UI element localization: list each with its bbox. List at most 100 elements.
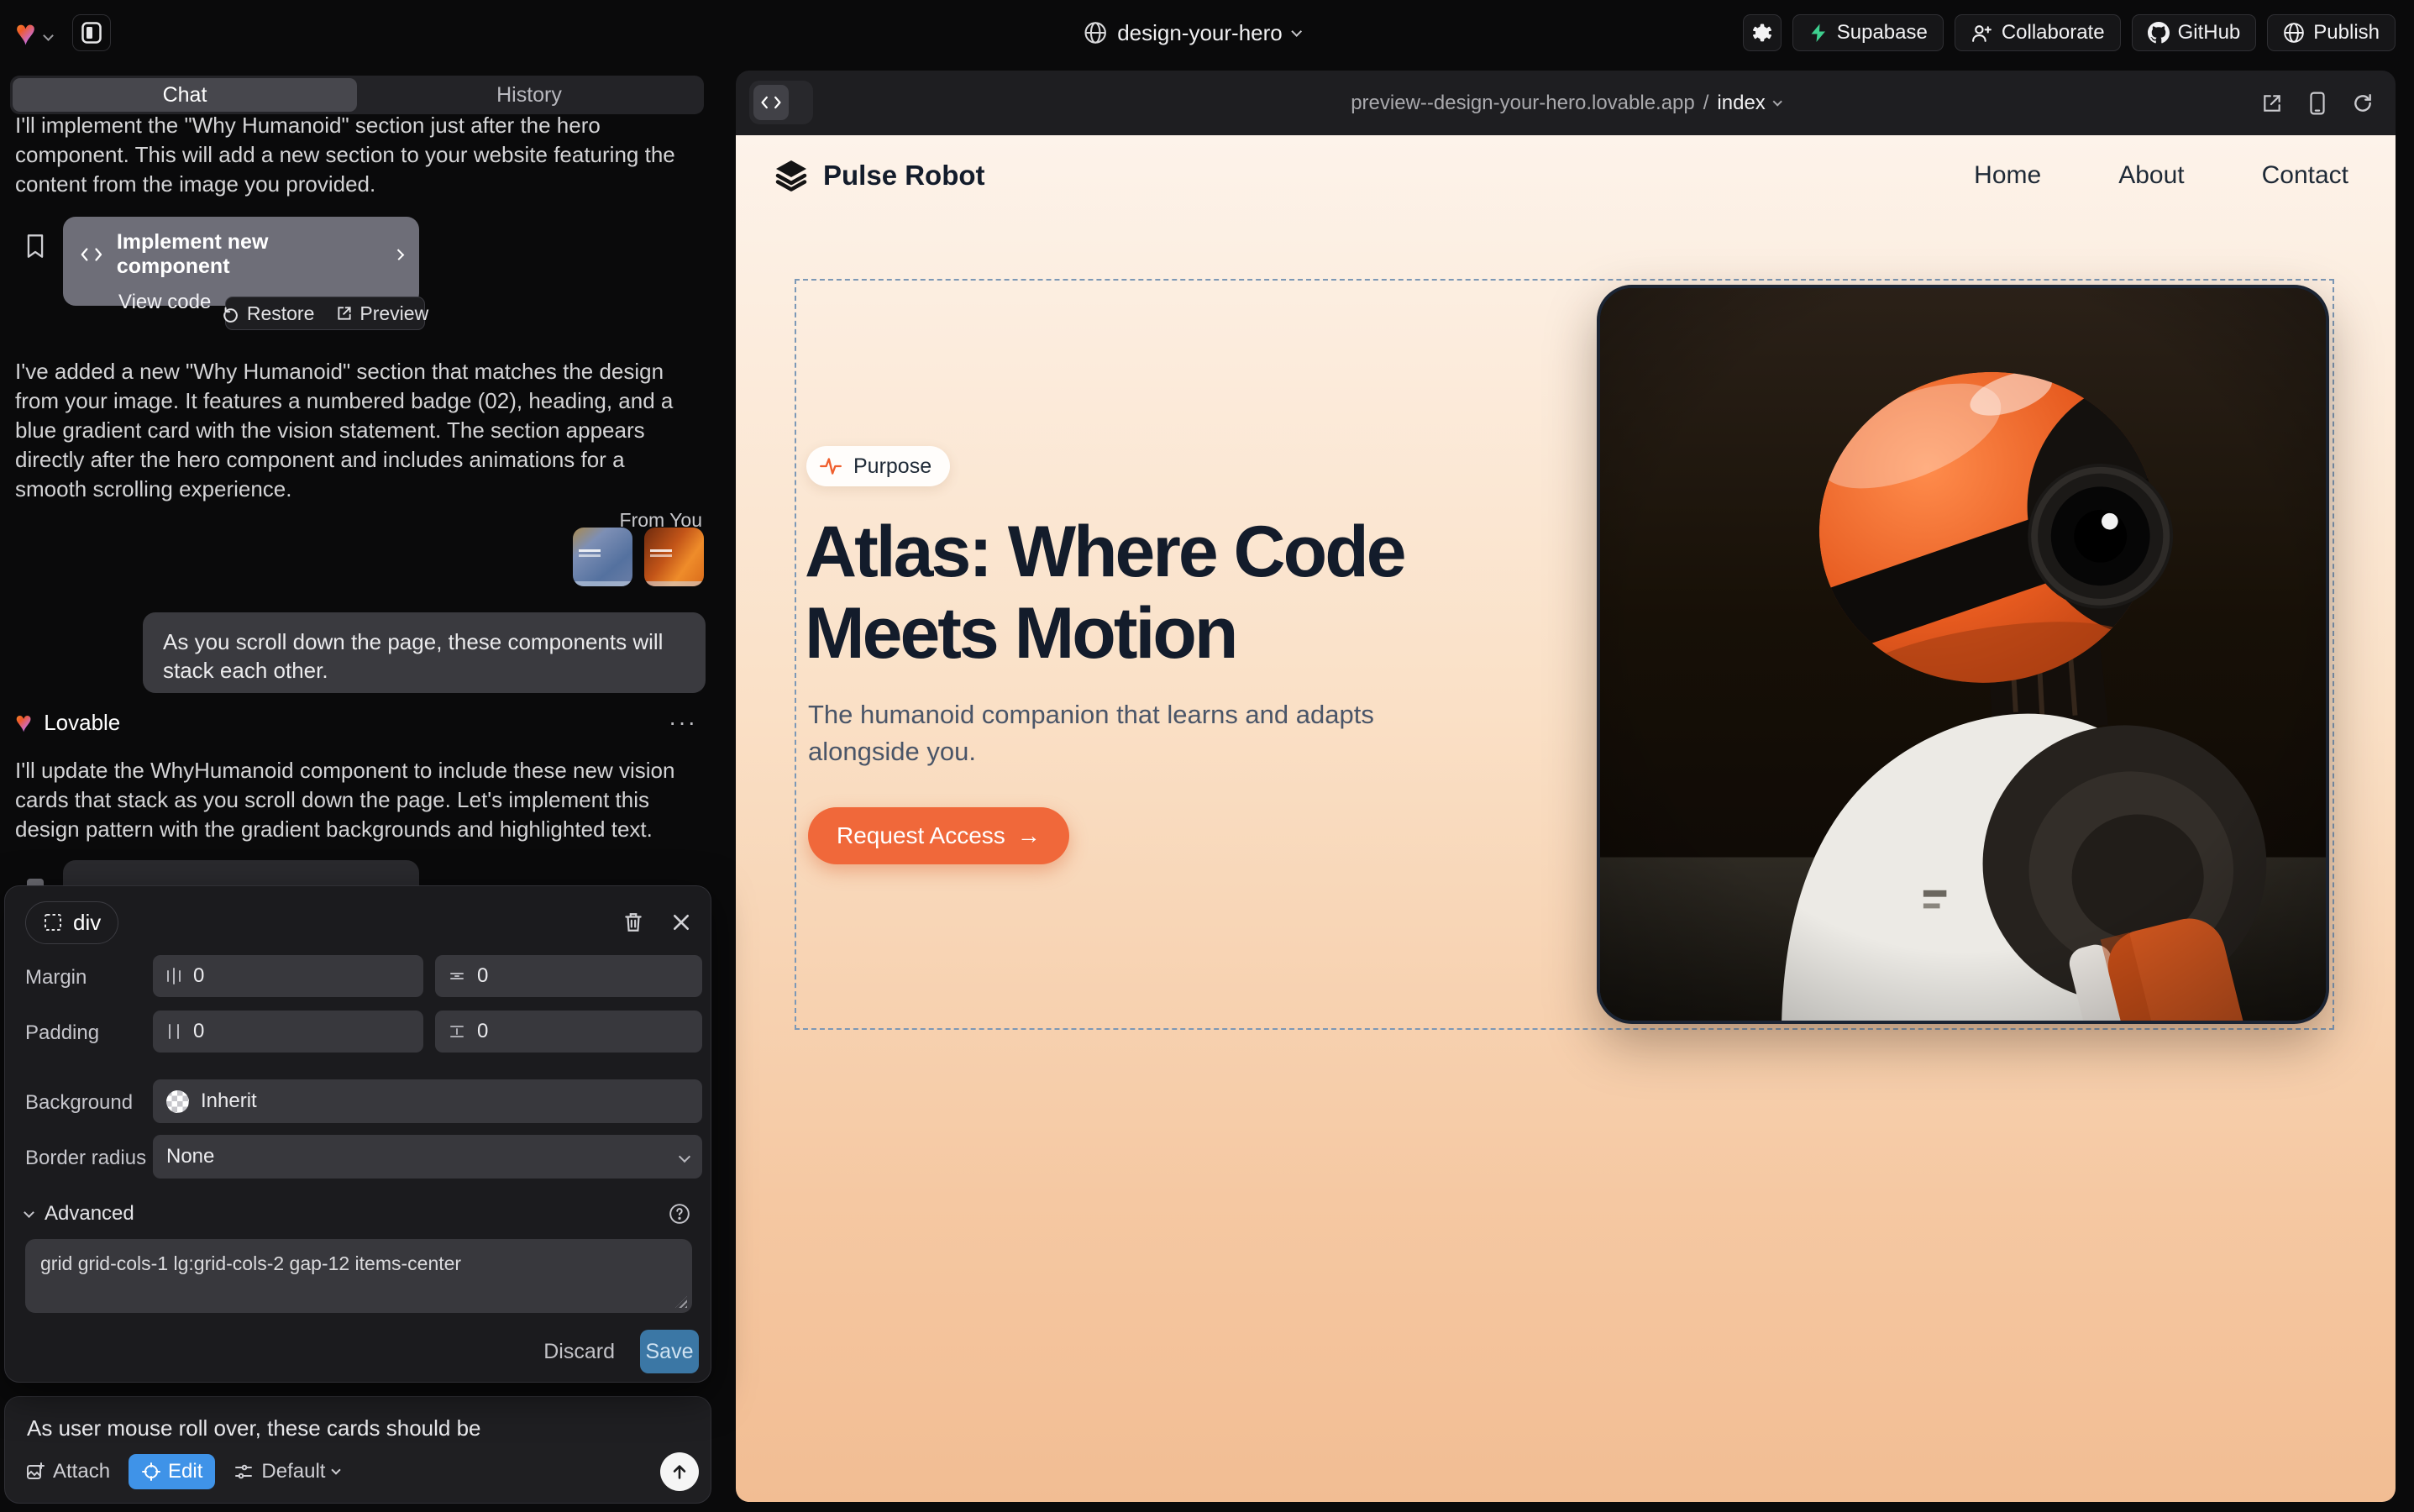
site-brand[interactable]: Pulse Robot [773, 157, 985, 194]
uploaded-image-1[interactable] [573, 528, 632, 586]
supabase-icon [1808, 22, 1829, 44]
preview-panel: preview--design-your-hero.lovable.app / … [736, 71, 2396, 1502]
mobile-view-icon[interactable] [2308, 92, 2327, 115]
lovable-logo-icon[interactable]: ♥ [15, 15, 36, 50]
url-separator: / [1703, 92, 1709, 115]
settings-button[interactable] [1743, 14, 1782, 51]
preview-button[interactable]: Preview [336, 302, 428, 325]
restore-button[interactable]: Restore [222, 302, 315, 325]
transparency-swatch-icon [166, 1090, 189, 1113]
mode-select[interactable]: Default [234, 1460, 339, 1483]
toggle-sidebar-button[interactable] [72, 14, 111, 51]
delete-element-button[interactable] [623, 911, 643, 933]
nav-link-contact[interactable]: Contact [2262, 161, 2348, 190]
chevron-down-icon [679, 1151, 690, 1163]
advanced-chevron-icon[interactable] [24, 1207, 34, 1218]
publish-globe-icon [2283, 22, 2305, 44]
layers-icon [773, 157, 810, 194]
preview-url[interactable]: preview--design-your-hero.lovable.app / … [1351, 92, 1781, 115]
resize-handle[interactable] [675, 1296, 687, 1308]
external-link-icon [336, 305, 353, 322]
code-segment[interactable] [753, 85, 789, 120]
publish-button[interactable]: Publish [2267, 14, 2396, 51]
padding-label: Padding [25, 1021, 99, 1045]
collaborate-button[interactable]: Collaborate [1955, 14, 2121, 51]
padding-x-icon [166, 1023, 181, 1040]
assistant-name: Lovable [44, 710, 120, 736]
margin-x-input[interactable]: 0 [153, 955, 423, 997]
lovable-app: ♥ design-your-hero Supabase Collaborate [0, 0, 2414, 1512]
trash-icon [623, 911, 643, 933]
arrow-right-icon: → [1017, 822, 1041, 849]
tab-chat[interactable]: Chat [13, 78, 357, 112]
sidebar-panel-icon [81, 22, 102, 44]
globe-icon [1084, 21, 1107, 45]
border-radius-select[interactable]: None [153, 1135, 702, 1179]
selected-element-tag: div [73, 910, 101, 936]
selected-element-pill[interactable]: div [25, 901, 118, 944]
code-icon [80, 245, 103, 264]
url-page: index [1717, 92, 1765, 115]
preview-toolbar: preview--design-your-hero.lovable.app / … [736, 71, 2396, 135]
arrow-up-icon [670, 1462, 689, 1481]
border-radius-label: Border radius [25, 1147, 146, 1170]
url-host: preview--design-your-hero.lovable.app [1351, 92, 1695, 115]
nav-link-home[interactable]: Home [1974, 161, 2041, 190]
hero-badge: Purpose [806, 446, 950, 486]
close-panel-button[interactable] [672, 913, 690, 932]
background-input[interactable]: Inherit [153, 1079, 702, 1123]
discard-button[interactable]: Discard [543, 1340, 615, 1364]
url-chevron-down-icon [1772, 97, 1782, 106]
attach-image-icon [25, 1462, 45, 1482]
classes-textarea[interactable]: grid grid-cols-1 lg:grid-cols-2 gap-12 i… [25, 1239, 692, 1313]
chevron-down-icon [332, 1465, 341, 1474]
horizontal-spacing-icon [166, 968, 181, 984]
project-chevron-down-icon [1291, 26, 1302, 37]
hero-robot-image [1597, 285, 2329, 1024]
chat-history-tabs: Chat History [10, 76, 704, 114]
restore-icon [222, 304, 240, 323]
background-label: Background [25, 1091, 133, 1115]
assistant-message: I'll update the WhyHumanoid component to… [15, 756, 689, 844]
github-icon [2148, 22, 2170, 44]
help-icon[interactable] [669, 1203, 690, 1225]
send-button[interactable] [660, 1452, 699, 1491]
composer-input[interactable]: As user mouse roll over, these cards sho… [27, 1415, 481, 1441]
project-name: design-your-hero [1117, 20, 1283, 46]
nav-link-about[interactable]: About [2118, 161, 2184, 190]
bookmark-icon[interactable] [25, 234, 45, 259]
chat-composer[interactable]: As user mouse roll over, these cards sho… [4, 1396, 711, 1504]
message-menu-button[interactable]: ··· [669, 709, 697, 736]
assistant-message: I'll implement the "Why Humanoid" sectio… [15, 111, 689, 199]
version-actions: Restore Preview [225, 297, 425, 330]
edit-mode-button[interactable]: Edit [129, 1454, 215, 1489]
pulse-icon [818, 454, 843, 479]
vertical-spacing-icon [449, 969, 465, 984]
padding-x-input[interactable]: 0 [153, 1011, 423, 1053]
assistant-header: ♥ Lovable ··· [15, 708, 697, 737]
dashed-box-icon [43, 912, 63, 932]
tab-history[interactable]: History [357, 78, 701, 112]
site-nav: Home About Contact [1974, 161, 2348, 190]
github-button[interactable]: GitHub [2132, 14, 2257, 51]
component-card[interactable]: Implement new component View code [63, 217, 419, 306]
hero-heading: Atlas: Where Code Meets Motion [805, 512, 1527, 675]
supabase-button[interactable]: Supabase [1792, 14, 1944, 51]
code-view-toggle[interactable] [749, 81, 813, 124]
margin-label: Margin [25, 966, 87, 990]
user-message-bubble: As you scroll down the page, these compo… [143, 612, 706, 693]
advanced-label[interactable]: Advanced [45, 1202, 134, 1226]
padding-y-input[interactable]: 0 [435, 1011, 702, 1053]
attach-button[interactable]: Attach [25, 1460, 110, 1483]
logo-chevron-down-icon[interactable] [43, 30, 54, 41]
project-switcher[interactable]: design-your-hero [1084, 20, 1300, 46]
open-in-new-tab-icon[interactable] [2261, 92, 2283, 114]
request-access-button[interactable]: Request Access → [808, 807, 1069, 864]
margin-y-input[interactable]: 0 [435, 955, 702, 997]
refresh-icon[interactable] [2352, 92, 2374, 114]
padding-y-icon [449, 1024, 465, 1039]
uploaded-image-2[interactable] [644, 528, 704, 586]
collaborate-icon [1971, 23, 1993, 44]
save-button[interactable]: Save [640, 1330, 699, 1373]
chevron-right-icon [392, 249, 404, 260]
